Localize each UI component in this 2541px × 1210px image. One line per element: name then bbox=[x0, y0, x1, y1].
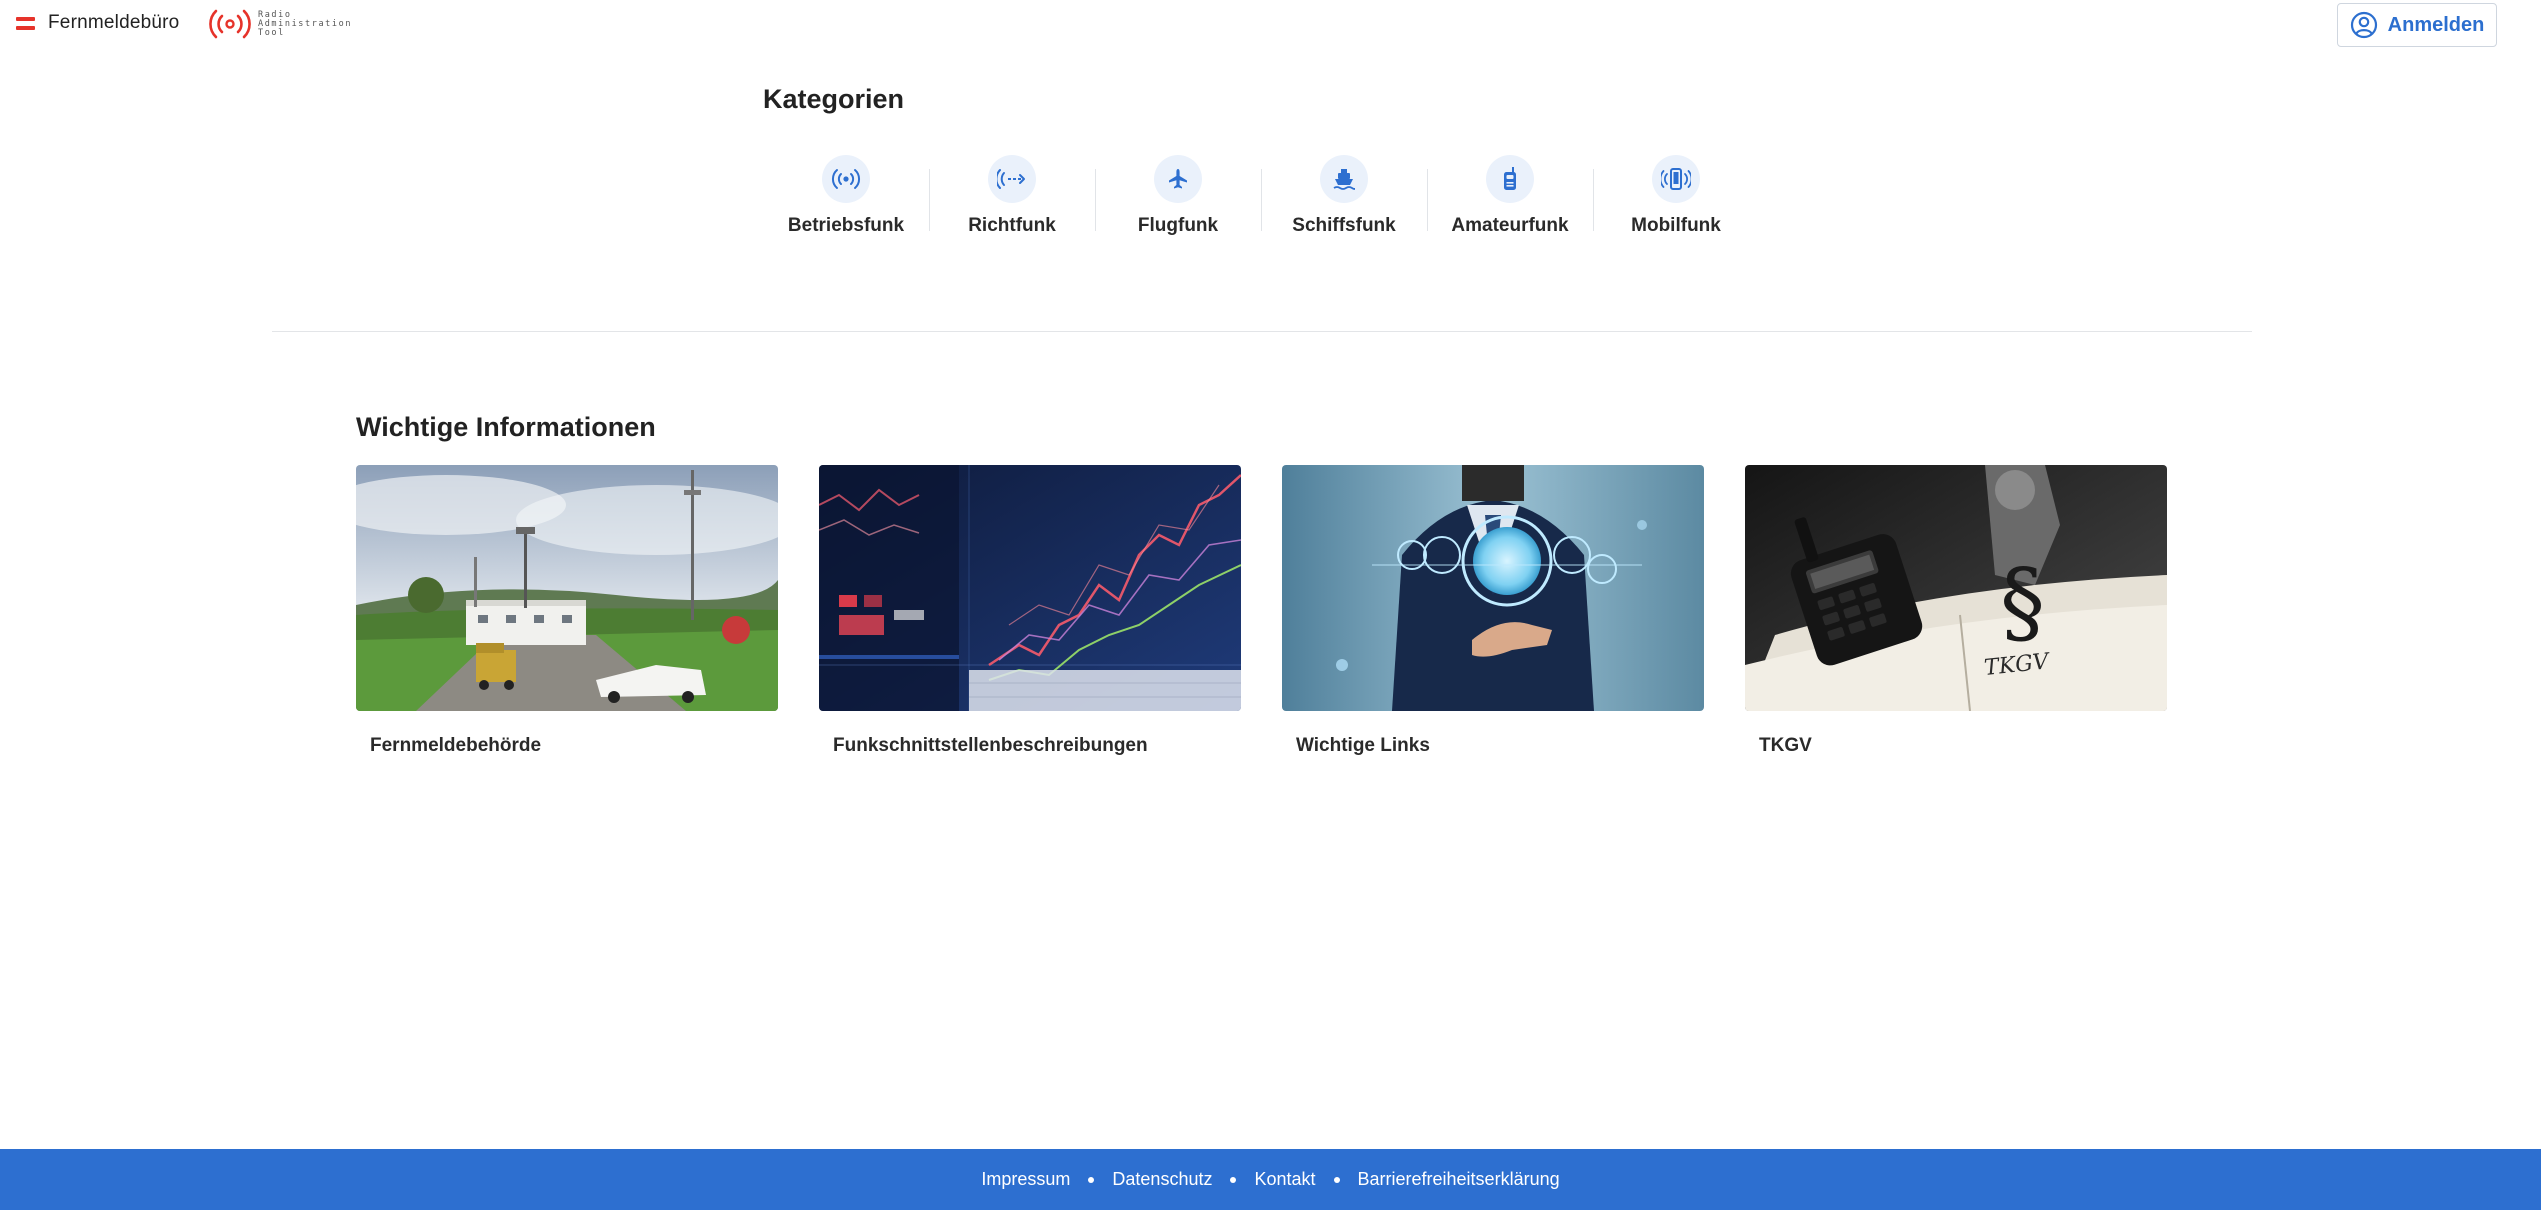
radio-waves-icon bbox=[822, 155, 870, 203]
user-circle-icon bbox=[2350, 11, 2377, 39]
top-header: Fernmeldebüro Radio Administration Tool … bbox=[0, 0, 2541, 52]
footer-link-kontakt[interactable]: Kontakt bbox=[1254, 1169, 1315, 1190]
brand-home-link[interactable]: Fernmeldebüro bbox=[16, 12, 179, 34]
category-label: Amateurfunk bbox=[1451, 215, 1569, 236]
footer-link-datenschutz[interactable]: Datenschutz bbox=[1112, 1169, 1212, 1190]
category-label: Betriebsfunk bbox=[787, 215, 905, 236]
categories-title: Kategorien bbox=[763, 84, 905, 114]
logo-text: Radio Administration Tool bbox=[258, 9, 353, 38]
footer-separator bbox=[1088, 1176, 1095, 1183]
radio-station-photo bbox=[356, 465, 778, 711]
category-label: Mobilfunk bbox=[1631, 215, 1721, 236]
card-label: Funkschnittstellenbeschreibungen bbox=[833, 735, 1148, 756]
important-info-title: Wichtige Informationen bbox=[356, 412, 656, 442]
info-card-fernmeldebehoerde[interactable]: Fernmeldebehörde bbox=[356, 465, 778, 757]
card-label: Wichtige Links bbox=[1296, 735, 1430, 756]
data-chart-photo bbox=[819, 465, 1241, 711]
law-book-radio-photo: § TKGV bbox=[1745, 465, 2167, 711]
footer: Impressum Datenschutz Kontakt Barrierefr… bbox=[0, 1149, 2541, 1210]
airplane-icon bbox=[1154, 155, 1202, 203]
info-card-list: Fernmeldebehörde Funkschnittstellenbesch… bbox=[356, 465, 2167, 757]
directional-radio-icon bbox=[988, 155, 1036, 203]
category-richtfunk[interactable]: Richtfunk bbox=[929, 155, 1095, 245]
austria-flag-icon bbox=[16, 16, 35, 30]
category-label: Flugfunk bbox=[1137, 215, 1219, 236]
info-card-funkschnittstellen[interactable]: Funkschnittstellenbeschreibungen bbox=[819, 465, 1241, 757]
brand-name: Fernmeldebüro bbox=[48, 12, 180, 33]
category-mobilfunk[interactable]: Mobilfunk bbox=[1593, 155, 1759, 245]
section-divider bbox=[272, 331, 2252, 332]
category-label: Richtfunk bbox=[968, 215, 1056, 236]
mobile-phone-icon bbox=[1652, 155, 1700, 203]
footer-separator bbox=[1333, 1176, 1340, 1183]
radio-waves-logo-icon bbox=[209, 9, 251, 39]
card-label: Fernmeldebehörde bbox=[370, 735, 542, 756]
categories-list: Betriebsfunk Richtfunk Flugfunk Schiffsf… bbox=[763, 155, 1759, 245]
category-schiffsfunk[interactable]: Schiffsfunk bbox=[1261, 155, 1427, 245]
footer-separator bbox=[1230, 1176, 1237, 1183]
footer-link-barrierefreiheit[interactable]: Barrierefreiheitserklärung bbox=[1358, 1169, 1560, 1190]
svg-text:§: § bbox=[2000, 550, 2045, 655]
login-label: Anmelden bbox=[2387, 13, 2485, 36]
footer-link-impressum[interactable]: Impressum bbox=[981, 1169, 1070, 1190]
category-label: Schiffsfunk bbox=[1292, 215, 1396, 236]
info-card-tkgv[interactable]: § TKGV TKGV bbox=[1745, 465, 2167, 757]
category-amateurfunk[interactable]: Amateurfunk bbox=[1427, 155, 1593, 245]
rat-logo[interactable]: Radio Administration Tool bbox=[208, 8, 352, 40]
category-flugfunk[interactable]: Flugfunk bbox=[1095, 155, 1261, 245]
category-betriebsfunk[interactable]: Betriebsfunk bbox=[763, 155, 929, 245]
card-label: TKGV bbox=[1759, 735, 1812, 756]
login-button[interactable]: Anmelden bbox=[2337, 3, 2497, 47]
business-network-photo bbox=[1282, 465, 1704, 711]
walkie-talkie-icon bbox=[1486, 155, 1534, 203]
ship-icon bbox=[1320, 155, 1368, 203]
info-card-wichtige-links[interactable]: Wichtige Links bbox=[1282, 465, 1704, 757]
